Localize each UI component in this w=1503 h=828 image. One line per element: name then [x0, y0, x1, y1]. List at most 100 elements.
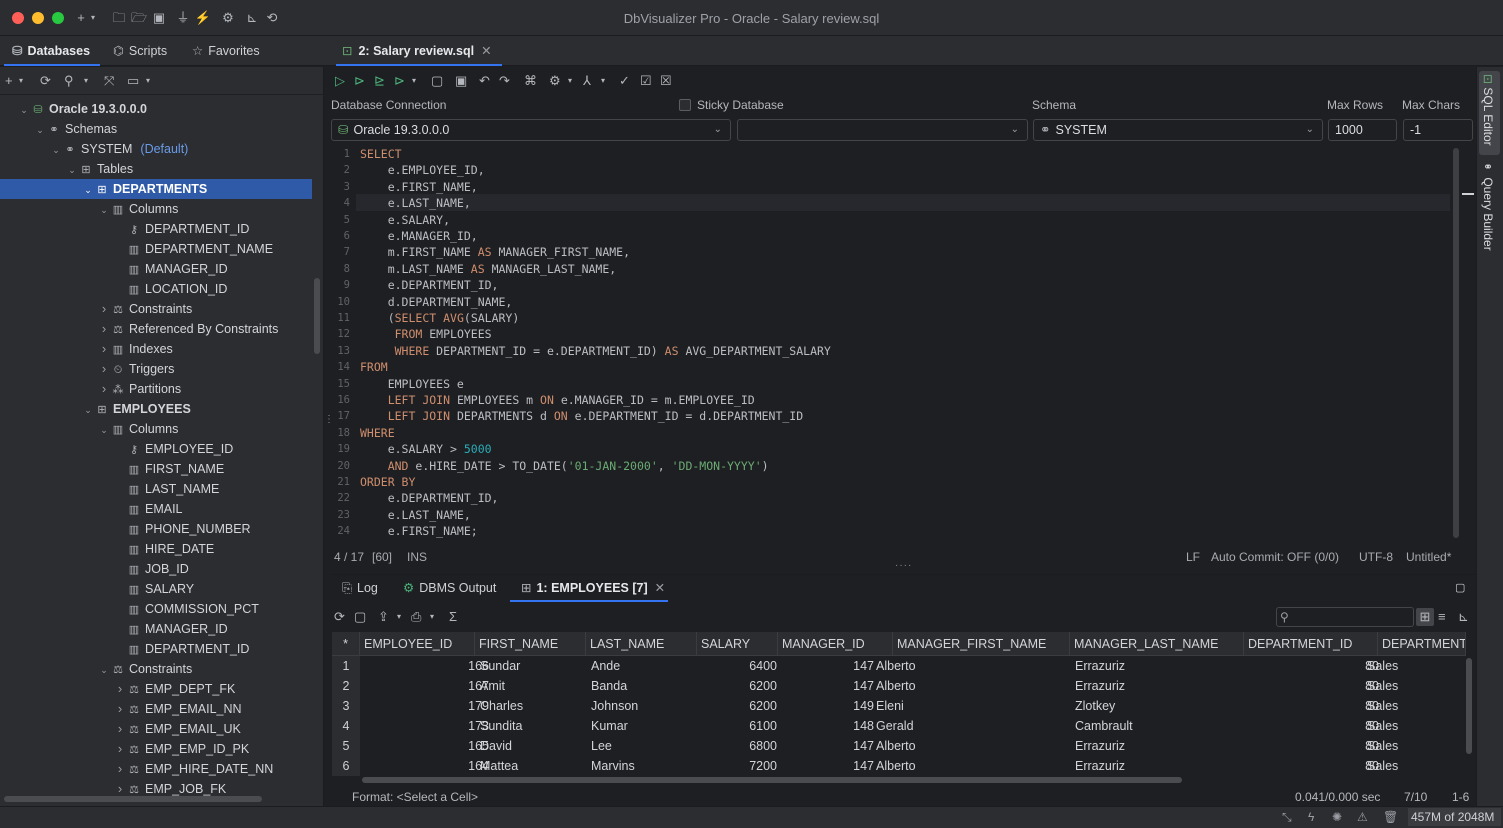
editor-vertical-scrollbar[interactable] — [1453, 148, 1459, 538]
chevron-right-icon[interactable]: › — [98, 299, 110, 319]
max-rows-input[interactable]: 1000 — [1328, 119, 1397, 141]
tab-salary-review-sql[interactable]: ⊡ 2: Salary review.sql ✕ — [336, 36, 502, 66]
chevron-down-icon[interactable]: ⌄ — [82, 400, 94, 420]
refresh-icon[interactable]: ⟳ — [334, 608, 345, 626]
code-line[interactable]: e.DEPARTMENT_ID, — [360, 277, 499, 293]
tree-item[interactable]: ▥ FIRST_NAME — [0, 459, 312, 479]
code-line[interactable]: FROM — [360, 359, 388, 375]
grid-cell[interactable]: 149 — [778, 696, 878, 716]
chevron-right-icon[interactable]: › — [98, 339, 110, 359]
chevron-right-icon[interactable]: › — [114, 719, 126, 739]
grid-cell[interactable]: Errazuriz — [1075, 656, 1243, 676]
row-number-header[interactable]: * — [332, 632, 360, 656]
execute-current-icon[interactable]: ⊳ — [354, 72, 365, 90]
commit-icon[interactable]: ✓ — [619, 72, 630, 90]
chevron-down-icon[interactable]: ⌄ — [18, 100, 30, 120]
tree-item[interactable]: ⌄ ⊞ EMPLOYEES — [0, 399, 312, 419]
tab-dbms-output[interactable]: ⚙ DBMS Output — [403, 577, 496, 599]
grid-cell[interactable]: 6100 — [697, 716, 781, 736]
tree-item[interactable]: › ⚖ EMP_DEPT_FK — [0, 679, 312, 699]
undo-icon[interactable]: ↶ — [479, 72, 490, 90]
column-header[interactable]: LAST_NAME — [586, 632, 697, 656]
code-line[interactable]: ORDER BY — [360, 474, 415, 490]
grid-cell[interactable]: Errazuriz — [1075, 736, 1243, 756]
grid-view-icon[interactable]: ⊞ — [1416, 608, 1434, 626]
collapse-all-icon[interactable]: ⤧ — [104, 72, 114, 90]
grid-cell[interactable]: 147 — [778, 676, 878, 696]
close-tab-icon[interactable]: ✕ — [655, 581, 665, 595]
code-line[interactable]: SELECT — [360, 146, 402, 162]
tree-item[interactable]: › ⁂ Partitions — [0, 379, 312, 399]
chevron-right-icon[interactable]: › — [114, 759, 126, 779]
maximize-panel-icon[interactable]: ▢ — [1455, 577, 1465, 599]
chevron-down-icon[interactable]: ▾ — [568, 72, 572, 90]
execute-explain-icon[interactable]: ⊳ — [394, 72, 405, 90]
tree-item[interactable]: ▥ COMMISSION_PCT — [0, 599, 312, 619]
tree-item[interactable]: ▥ DEPARTMENT_ID — [0, 639, 312, 659]
encoding[interactable]: UTF-8 — [1359, 549, 1393, 565]
grid-cell[interactable]: Sales — [1367, 676, 1457, 696]
layout-icon[interactable]: ▭ — [127, 72, 139, 90]
save-icon[interactable]: ▣ — [455, 72, 467, 90]
tree-horizontal-scrollbar[interactable] — [4, 796, 262, 802]
chevron-down-icon[interactable]: ▾ — [84, 72, 88, 90]
tree-item[interactable]: ⌄ ⊞ DEPARTMENTS — [0, 179, 312, 199]
grid-cell[interactable]: Cambrault — [1075, 716, 1243, 736]
tree-item[interactable]: ⌄ ⚖ Constraints — [0, 659, 312, 679]
tree-item[interactable]: ▥ LAST_NAME — [0, 479, 312, 499]
grid-cell[interactable]: Banda — [591, 676, 696, 696]
tree-item[interactable]: ⌄ ▥ Columns — [0, 419, 312, 439]
editor-settings-icon[interactable]: ⚙ — [549, 72, 561, 90]
export-icon[interactable]: ⇪ — [378, 608, 389, 626]
grid-search-input[interactable] — [1276, 607, 1414, 627]
row-number[interactable]: 2 — [332, 676, 360, 696]
tree-item[interactable]: › ⚖ EMP_EMAIL_UK — [0, 719, 312, 739]
grid-cell[interactable]: 6400 — [697, 656, 781, 676]
chevron-right-icon[interactable]: › — [98, 319, 110, 339]
tab-scripts[interactable]: ⌬ Scripts — [113, 36, 167, 66]
row-number[interactable]: 4 — [332, 716, 360, 736]
close-tab-icon[interactable]: ✕ — [481, 44, 491, 58]
grid-cell[interactable]: David — [480, 736, 585, 756]
tree-item[interactable]: ⌄ ⊞ Tables — [0, 159, 312, 179]
grid-cell[interactable]: 80 — [1244, 736, 1383, 756]
grid-cell[interactable]: 147 — [778, 656, 878, 676]
chevron-down-icon[interactable]: ⌄ — [98, 200, 110, 220]
tree-item[interactable]: ⌄ ⚭ Schemas — [0, 119, 312, 139]
grid-cell[interactable]: Alberto — [876, 656, 1066, 676]
grid-cell[interactable]: Sales — [1367, 696, 1457, 716]
chevron-down-icon[interactable]: ▾ — [430, 608, 434, 626]
code-line[interactable]: AND e.HIRE_DATE > TO_DATE('01-JAN-2000',… — [360, 458, 769, 474]
sticky-database-checkbox[interactable]: Sticky Database — [679, 97, 784, 113]
chevron-down-icon[interactable]: ▾ — [397, 608, 401, 626]
code-line[interactable]: e.LAST_NAME, — [360, 195, 471, 211]
code-line[interactable]: m.FIRST_NAME AS MANAGER_FIRST_NAME, — [360, 244, 630, 260]
database-connection-select[interactable]: ⛁ Oracle 19.3.0.0.0 ⌄ — [331, 119, 731, 141]
row-number[interactable]: 6 — [332, 756, 360, 776]
code-line[interactable]: m.LAST_NAME AS MANAGER_LAST_NAME, — [360, 261, 617, 277]
grid-cell[interactable]: Gerald — [876, 716, 1066, 736]
grid-cell[interactable]: 7200 — [697, 756, 781, 776]
format-icon[interactable]: ⌘ — [524, 72, 537, 90]
redo-icon[interactable]: ↷ — [499, 72, 510, 90]
code-line[interactable]: (SELECT AVG(SALARY) — [360, 310, 520, 326]
chevron-down-icon[interactable]: ⌄ — [34, 120, 46, 140]
grid-cell[interactable]: 167 — [360, 676, 493, 696]
grid-cell[interactable]: Sales — [1367, 716, 1457, 736]
grid-cell[interactable]: Sales — [1367, 756, 1457, 776]
grid-cell[interactable]: Charles — [480, 696, 585, 716]
column-header[interactable]: MANAGER_LAST_NAME — [1070, 632, 1244, 656]
code-line[interactable]: FROM EMPLOYEES — [360, 326, 492, 342]
grid-cell[interactable]: Lee — [591, 736, 696, 756]
grid-cell[interactable]: 80 — [1244, 696, 1383, 716]
tree-item[interactable]: ▥ MANAGER_ID — [0, 619, 312, 639]
grid-cell[interactable]: Sundita — [480, 716, 585, 736]
chevron-down-icon[interactable]: ⌄ — [98, 420, 110, 440]
grid-cell[interactable]: Johnson — [591, 696, 696, 716]
grid-cell[interactable]: 148 — [778, 716, 878, 736]
tree-item[interactable]: › ⏲ Triggers — [0, 359, 312, 379]
catalog-select[interactable]: ⌄ — [737, 119, 1028, 141]
code-line[interactable]: e.FIRST_NAME, — [360, 179, 478, 195]
code-line[interactable]: e.FIRST_NAME; — [360, 523, 478, 539]
lightning-icon[interactable]: ϟ — [1308, 809, 1314, 825]
